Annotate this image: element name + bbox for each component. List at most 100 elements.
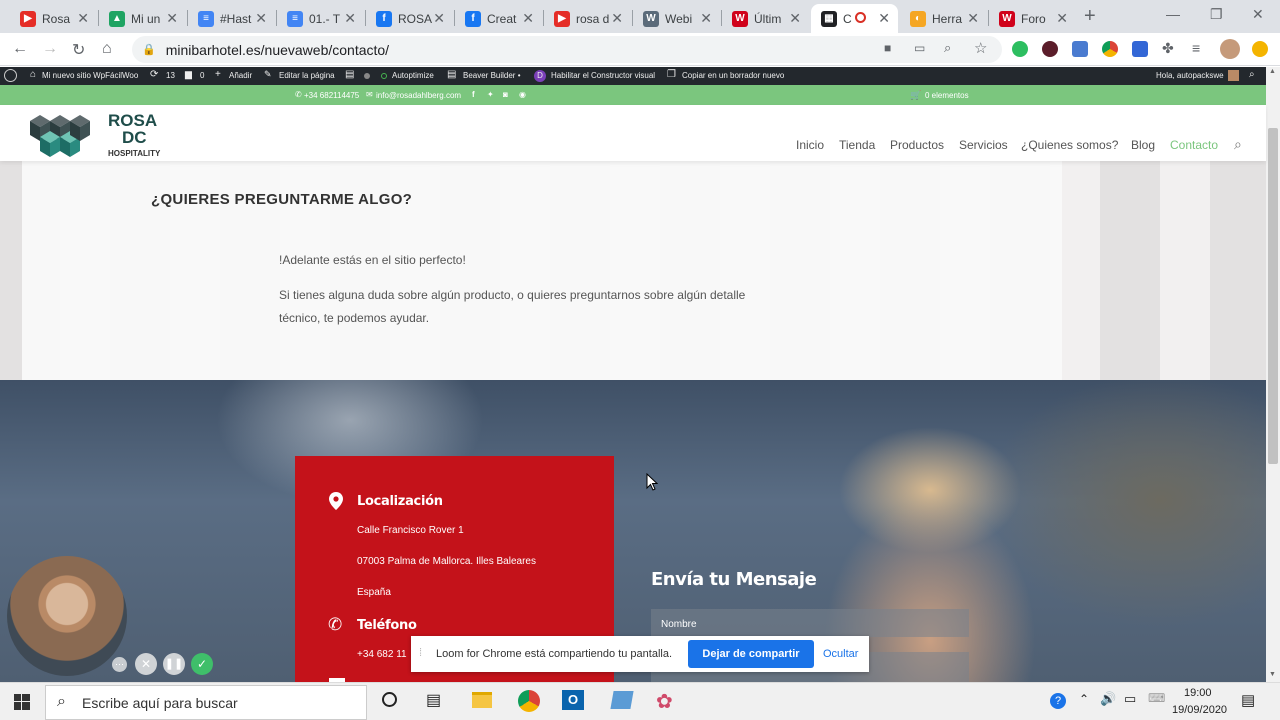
tray-chevron-icon[interactable]: ⌃	[1079, 692, 1089, 706]
browser-tab[interactable]: ≡ #Hast ✕	[188, 4, 275, 33]
windows-start-icon[interactable]	[14, 694, 30, 710]
cortana-icon[interactable]	[382, 692, 397, 707]
wp-site-name[interactable]: Mi nuevo sitio WpFácilWoo	[42, 71, 138, 80]
scroll-down-icon[interactable]: ▼	[1269, 671, 1276, 678]
phone-value[interactable]: +34 682 11	[357, 649, 407, 660]
nav-servicios[interactable]: Servicios	[959, 138, 1008, 152]
close-tab-icon[interactable]: ✕	[522, 10, 534, 26]
instagram-icon[interactable]: ◙	[503, 90, 508, 99]
lock-icon[interactable]: 🔒	[142, 43, 156, 56]
loom-finish-icon[interactable]: ✓	[191, 653, 213, 675]
nav-quienes-somos[interactable]: ¿Quienes somos?	[1021, 138, 1118, 152]
browser-tab[interactable]: ▶ rosa d ✕	[544, 4, 631, 33]
home-icon[interactable]: ⌂	[102, 40, 112, 58]
minimize-icon[interactable]: —	[1166, 6, 1180, 22]
stop-sharing-button[interactable]: Dejar de compartir	[688, 640, 814, 668]
updates-icon[interactable]: ⟳	[150, 69, 158, 80]
user-avatar[interactable]	[1228, 70, 1239, 81]
camera-icon[interactable]: ■	[884, 41, 891, 55]
top-email[interactable]: info@rosadahlberg.com	[376, 91, 461, 100]
extension-blue-icon[interactable]	[1072, 41, 1088, 57]
forward-icon[interactable]: →	[42, 40, 58, 58]
twitter-icon[interactable]: ✦	[487, 90, 494, 99]
browser-tab[interactable]: ◐ Herra ✕	[900, 4, 987, 33]
app-network-icon[interactable]: ✿	[656, 689, 673, 714]
taskbar-search[interactable]: ⌕ Escribe aquí para buscar	[45, 685, 367, 720]
browser-tab[interactable]: ≡ 01.- T ✕	[277, 4, 364, 33]
extensions-puzzle-icon[interactable]: ✤	[1162, 40, 1174, 57]
close-window-icon[interactable]: ✕	[1252, 6, 1264, 23]
close-tab-icon[interactable]: ✕	[878, 10, 890, 26]
site-logo[interactable]: ROSA DC HOSPITALITY	[28, 111, 168, 159]
help-icon[interactable]: ?	[1050, 693, 1066, 709]
bookmark-star-icon[interactable]: ☆	[974, 39, 987, 57]
browser-tab[interactable]: W Foro ✕	[989, 4, 1076, 33]
loom-more-icon[interactable]: ⋯	[112, 657, 127, 672]
wp-beaver-builder[interactable]: Beaver Builder •	[463, 71, 521, 80]
browser-tab[interactable]: W Webi ✕	[633, 4, 720, 33]
comments-icon[interactable]: ▆	[185, 69, 192, 80]
cart-icon[interactable]: 🛒	[910, 90, 921, 101]
name-field[interactable]: Nombre	[651, 609, 969, 637]
close-tab-icon[interactable]: ✕	[611, 10, 623, 26]
evernote-extension-icon[interactable]	[1012, 41, 1028, 57]
keyboard-icon[interactable]: ⌨	[1148, 691, 1165, 705]
close-tab-icon[interactable]: ✕	[700, 10, 712, 26]
extension-k-icon[interactable]	[1042, 41, 1058, 57]
wp-add-new[interactable]: Añadir	[229, 71, 252, 80]
task-view-icon[interactable]: ▤	[426, 690, 441, 710]
extension-chrome-icon[interactable]	[1102, 41, 1118, 57]
browser-tab[interactable]: f ROSA ✕	[366, 4, 453, 33]
nav-tienda[interactable]: Tienda	[839, 138, 875, 152]
nav-contacto[interactable]: Contacto	[1170, 138, 1218, 152]
notifications-icon[interactable]: ▤	[1241, 691, 1255, 709]
nav-productos[interactable]: Productos	[890, 138, 944, 152]
app-icon[interactable]	[610, 691, 634, 709]
extension-code-icon[interactable]	[1132, 41, 1148, 57]
rss-icon[interactable]: ◉	[519, 90, 526, 99]
close-tab-icon[interactable]: ✕	[255, 10, 267, 26]
close-tab-icon[interactable]: ✕	[166, 10, 178, 26]
drag-handle-icon[interactable]: ⁞	[419, 647, 422, 659]
wp-greeting[interactable]: Hola, autopackswe	[1156, 71, 1224, 80]
chrome-taskbar-icon[interactable]	[518, 690, 540, 712]
new-tab-button[interactable]: +	[1084, 5, 1096, 28]
close-tab-icon[interactable]: ✕	[967, 10, 979, 26]
browser-tab[interactable]: ▲ Mi un ✕	[99, 4, 186, 33]
close-tab-icon[interactable]: ✕	[433, 10, 445, 26]
browser-tab[interactable]: f Creat ✕	[455, 4, 542, 33]
update-icon[interactable]	[1252, 41, 1268, 57]
browser-tab[interactable]: ▶ Rosa ✕	[10, 4, 97, 33]
wp-autoptimize[interactable]: Autoptimize	[392, 71, 434, 80]
nav-inicio[interactable]: Inicio	[796, 138, 824, 152]
nav-blog[interactable]: Blog	[1131, 138, 1155, 152]
browser-tab[interactable]: W Últim ✕	[722, 4, 809, 33]
loom-cancel-icon[interactable]: ✕	[135, 653, 157, 675]
reading-list-icon[interactable]: ≡	[1192, 40, 1200, 56]
hide-button[interactable]: Ocultar	[823, 648, 858, 660]
wp-edit-page[interactable]: Editar la página	[279, 71, 335, 80]
outlook-icon[interactable]: O	[562, 690, 584, 710]
browser-tab[interactable]: ▦ C ✕	[811, 4, 898, 33]
search-icon[interactable]: ⌕	[1249, 69, 1255, 80]
profile-avatar[interactable]	[1220, 39, 1240, 59]
wordpress-logo-icon[interactable]	[4, 69, 17, 82]
taskbar-date[interactable]: 19/09/2020	[1172, 704, 1227, 716]
taskbar-time[interactable]: 19:00	[1184, 687, 1212, 699]
facebook-icon[interactable]: f	[472, 90, 475, 99]
scroll-up-icon[interactable]: ▲	[1269, 68, 1276, 75]
wp-visual-builder[interactable]: Habilitar el Constructor visual	[551, 71, 655, 80]
volume-icon[interactable]: 🔊	[1100, 691, 1116, 707]
close-tab-icon[interactable]: ✕	[77, 10, 89, 26]
scrollbar-thumb[interactable]	[1268, 128, 1278, 464]
top-phone[interactable]: +34 682114475	[304, 91, 359, 100]
close-tab-icon[interactable]: ✕	[1056, 10, 1068, 26]
loom-pause-icon[interactable]: ❚❚	[163, 653, 185, 675]
cart-count[interactable]: 0 elementos	[925, 91, 969, 100]
file-explorer-icon[interactable]	[472, 692, 492, 708]
search-icon[interactable]: ⌕	[1234, 136, 1242, 153]
loom-webcam-bubble[interactable]	[7, 556, 127, 676]
wp-copy-draft[interactable]: Copiar en un borrador nuevo	[682, 71, 784, 80]
restore-icon[interactable]: ❐	[1210, 6, 1223, 23]
back-icon[interactable]: ←	[12, 40, 28, 58]
